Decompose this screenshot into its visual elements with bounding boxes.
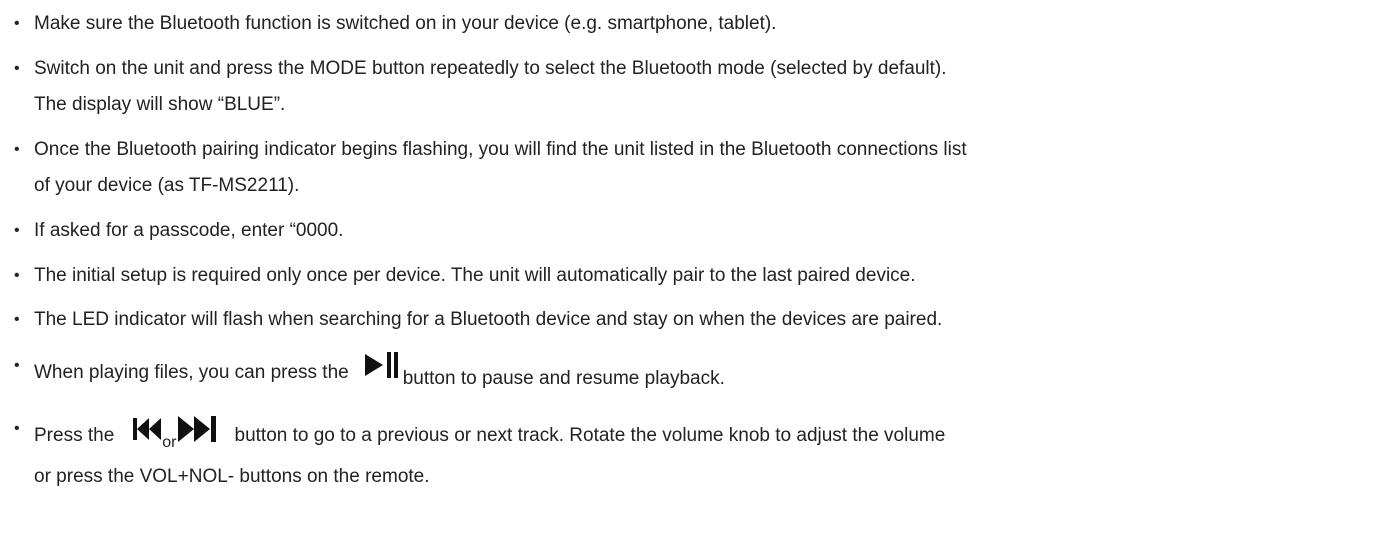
bullet: • [14,267,20,284]
prev-track-icon [132,416,162,442]
next-track-icon [177,414,217,444]
list-item: • The initial setup is required only onc… [14,258,1359,294]
item-text: Press the [34,425,115,446]
item-text: If asked for a passcode, enter “0000. [34,220,344,241]
bullet: • [14,141,20,158]
bullet: • [14,222,20,239]
item-text-line2: or press the VOL+NOL- buttons on the rem… [34,466,430,487]
item-text: When playing files, you can press the [34,362,349,383]
item-text-continued: button to pause and resume playback. [402,368,725,389]
item-text-continued: button to go to a previous or next track… [234,425,946,446]
bullet: • [14,15,20,32]
item-text: Make sure the Bluetooth function is swit… [34,13,777,34]
list-item: • Press the or button to go to a previou… [14,411,1359,495]
item-text: The initial setup is required only once … [34,265,916,286]
manual-page: • Make sure the Bluetooth function is sw… [0,0,1373,551]
item-text: Once the Bluetooth pairing indicator beg… [34,139,967,160]
play-pause-icon [363,350,401,380]
list-item: • The LED indicator will flash when sear… [14,302,1359,338]
item-text-continued: The display will show “BLUE”. [34,94,286,115]
list-item: • Switch on the unit and press the MODE … [14,51,1359,123]
list-item: • When playing files, you can press the … [14,348,1359,391]
item-text-continued: of your device (as TF-MS2211). [34,175,300,196]
bullet: • [14,60,20,77]
list-item: • Once the Bluetooth pairing indicator b… [14,132,1359,204]
list-item: • Make sure the Bluetooth function is sw… [14,6,1359,42]
bullet: • [14,311,20,328]
item-text: The LED indicator will flash when search… [34,309,943,330]
bullet: • [14,420,20,437]
or-text: or [162,434,177,451]
list-item: • If asked for a passcode, enter “0000. [14,213,1359,249]
bullet: • [14,357,20,374]
item-text: Switch on the unit and press the MODE bu… [34,58,947,79]
